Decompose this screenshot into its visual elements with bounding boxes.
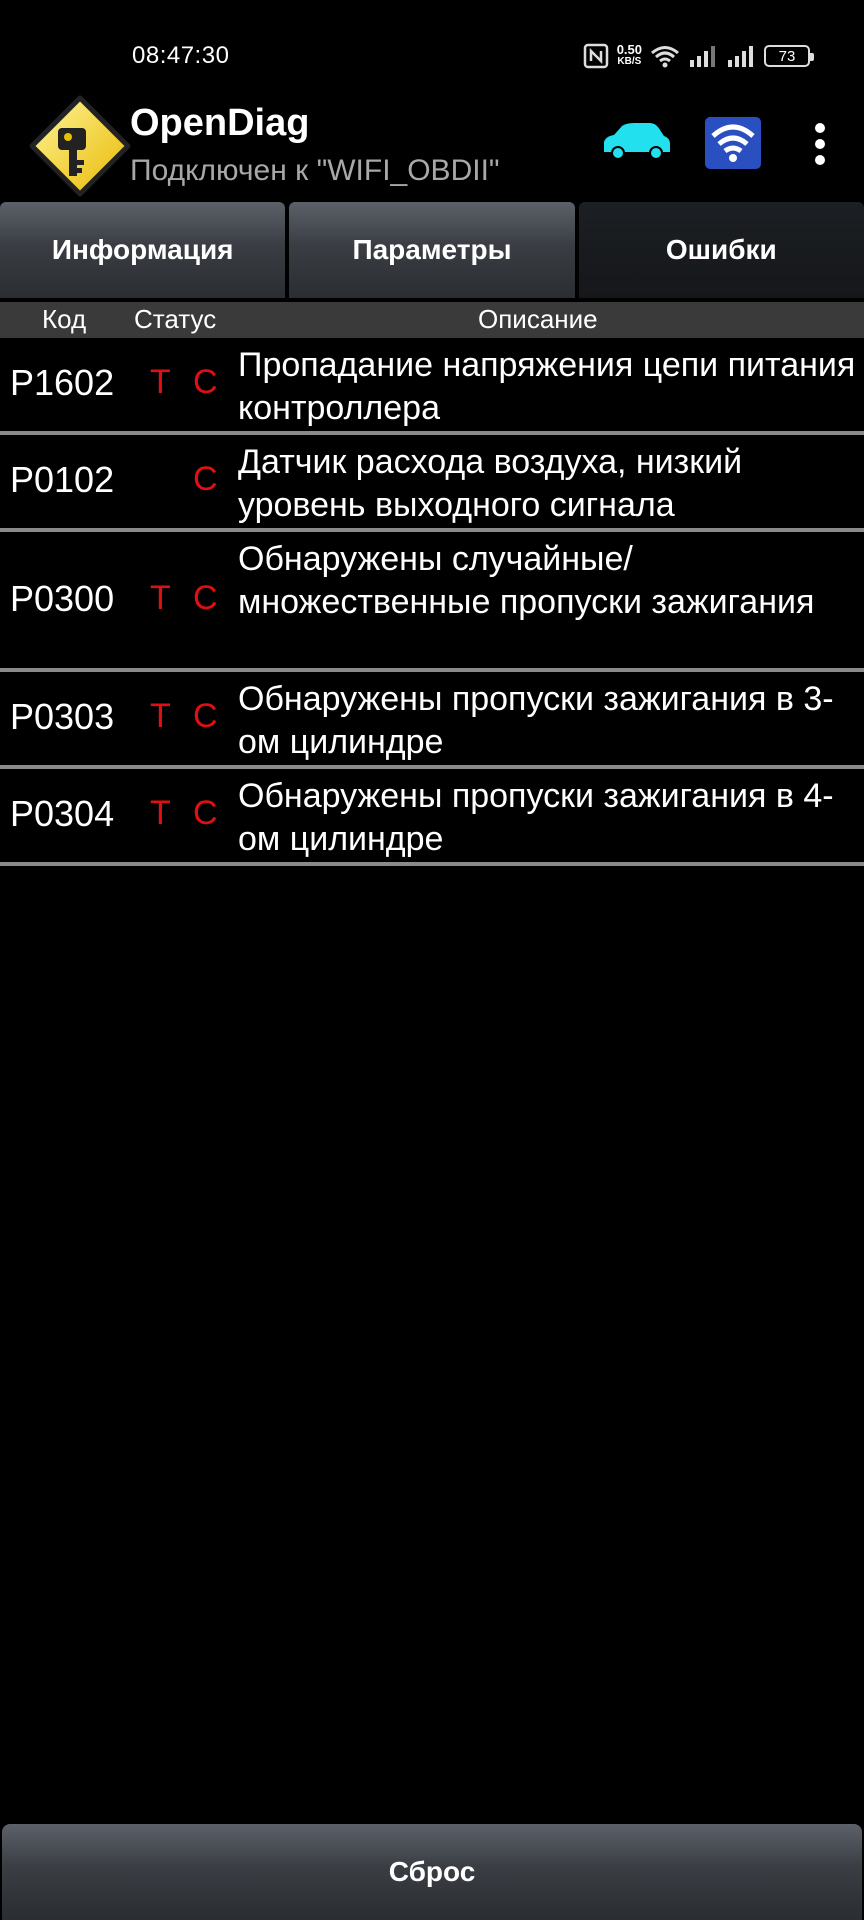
- error-description: Обнаружены случайные/ множественные проп…: [238, 540, 815, 621]
- status-c: C: [193, 794, 218, 832]
- table-row[interactable]: P1602 T C Пропадание напряжения цепи пит…: [0, 338, 864, 435]
- tab-label: Ошибки: [665, 234, 777, 265]
- error-code: P0304: [10, 793, 115, 834]
- network-speed: 0.50 KB/S: [616, 42, 642, 68]
- network-speed-value: 0.50: [616, 42, 642, 57]
- key-logo-icon: [29, 95, 131, 197]
- tab-information[interactable]: Информация: [0, 202, 286, 298]
- status-t: T: [150, 363, 171, 401]
- error-code: P0303: [10, 696, 115, 737]
- error-code: P0102: [10, 459, 115, 500]
- header-description: Описание: [478, 304, 598, 334]
- status-c: C: [193, 697, 218, 735]
- table-row[interactable]: P0303 T C Обнаружены пропуски зажигания …: [0, 672, 864, 769]
- status-icons: 0.50 KB/S 73: [583, 40, 814, 72]
- error-description: Обнаружены пропуски зажигания в 3-ом цил…: [238, 680, 834, 761]
- network-speed-unit: KB/S: [617, 56, 642, 67]
- table-header: Код Статус Описание: [0, 302, 864, 338]
- tab-bar: Информация Параметры Ошибки: [0, 202, 864, 298]
- error-description: Пропадание напряжения цепи питания контр…: [238, 346, 856, 427]
- status-time: 08:47:30: [132, 42, 230, 69]
- nfc-icon: [583, 43, 608, 69]
- table-row[interactable]: P0304 T C Обнаружены пропуски зажигания …: [0, 769, 864, 866]
- header-status: Статус: [134, 304, 217, 334]
- header-code: Код: [42, 304, 87, 334]
- status-t: T: [150, 794, 171, 832]
- battery-icon: 73: [764, 45, 814, 67]
- error-list: P1602 T C Пропадание напряжения цепи пит…: [0, 338, 864, 866]
- status-t: T: [150, 697, 171, 735]
- status-c: C: [193, 579, 218, 617]
- status-t: T: [150, 579, 171, 617]
- wifi-signal-icon: [651, 46, 679, 68]
- reset-button[interactable]: Сброс: [2, 1824, 862, 1920]
- tab-errors[interactable]: Ошибки: [578, 202, 864, 298]
- more-vert-icon[interactable]: [810, 118, 830, 170]
- cell-signal-2-icon: [728, 46, 753, 67]
- error-description: Датчик расхода воздуха, низкий уровень в…: [238, 443, 743, 524]
- app-bar: OpenDiag Подключен к "WIFI_OBDII": [0, 94, 864, 198]
- wifi-obd-icon[interactable]: [704, 116, 762, 170]
- battery-level: 73: [778, 47, 796, 65]
- error-code: P1602: [10, 362, 115, 403]
- error-code: P0300: [10, 578, 115, 619]
- tab-label: Параметры: [352, 234, 512, 265]
- tab-label: Информация: [51, 234, 234, 265]
- status-c: C: [193, 460, 218, 498]
- error-description: Обнаружены пропуски зажигания в 4-ом цил…: [238, 777, 834, 858]
- status-bar: 08:47:30 0.50 KB/S 73: [0, 0, 864, 100]
- table-row[interactable]: P0300 T C Обнаружены случайные/ множеств…: [0, 532, 864, 672]
- reset-button-label: Сброс: [388, 1856, 476, 1887]
- app-title: OpenDiag: [130, 102, 310, 144]
- car-icon[interactable]: [600, 122, 672, 162]
- status-c: C: [193, 363, 218, 401]
- table-row[interactable]: P0102 C Датчик расхода воздуха, низкий у…: [0, 435, 864, 532]
- cell-signal-icon: [690, 46, 715, 67]
- connection-status: Подключен к "WIFI_OBDII": [130, 154, 500, 187]
- tab-parameters[interactable]: Параметры: [289, 202, 575, 298]
